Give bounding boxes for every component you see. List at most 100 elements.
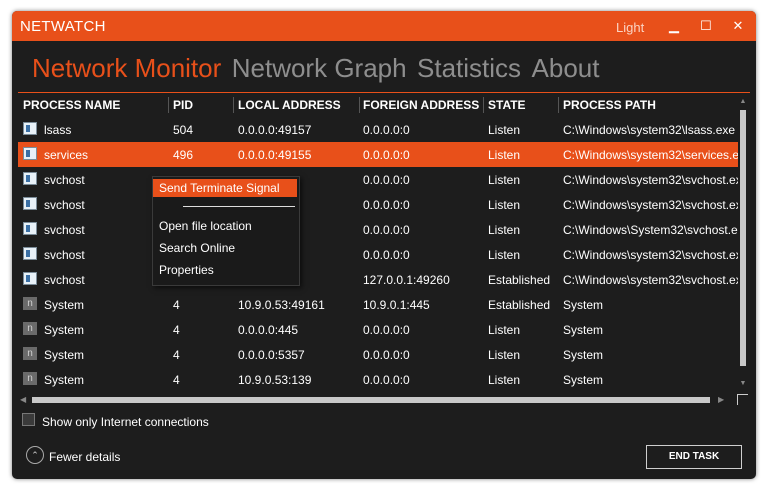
scroll-down-icon[interactable]: ▼ <box>738 380 748 387</box>
cell-state: Listen <box>488 198 521 212</box>
menu-item-open-file-location[interactable]: Open file location <box>153 217 297 235</box>
resize-corner[interactable] <box>737 394 748 405</box>
column-header-local-address[interactable]: LOCAL ADDRESS <box>238 98 341 112</box>
table-row[interactable]: svchost540.0.0.0:0ListenC:\Windows\syste… <box>18 242 738 267</box>
fewer-details-label[interactable]: Fewer details <box>49 450 120 464</box>
column-header-pid[interactable]: PID <box>173 98 193 112</box>
table-row[interactable]: n System 4 0.0.0.0:5357 0.0.0.0:0 Listen Syste… <box>18 342 738 367</box>
close-button[interactable]: ✕ <box>724 11 752 41</box>
cell-local-address: 0.0.0.0:49155 <box>238 148 312 162</box>
table-row[interactable]: svchost530.0.0.0:0ListenC:\Windows\Syste… <box>18 217 738 242</box>
table-row[interactable]: n System 4 10.9.0.53:49161 10.9.0.1:445 Estab… <box>18 292 738 317</box>
window-icon <box>23 247 37 260</box>
cell-foreign-address: 127.0.0.1:49260 <box>363 273 450 287</box>
column-header-state[interactable]: STATE <box>488 98 526 112</box>
system-icon: n <box>23 372 37 385</box>
maximize-button[interactable]: ☐ <box>692 11 720 41</box>
horizontal-scrollbar[interactable]: ◀ ▶ <box>18 395 734 405</box>
column-separator[interactable] <box>359 97 360 113</box>
cell-state: Established <box>488 273 551 287</box>
cell-process-name: svchost <box>44 173 85 187</box>
end-task-button[interactable]: END TASK <box>646 445 742 469</box>
table-row[interactable]: svchost90.0.0.0:0ListenC:\Windows\system… <box>18 192 738 217</box>
table-row[interactable]: svchost 0.0.0.0:0 Listen C:\Windows\system3… <box>18 167 738 192</box>
title-bar: NETWATCH Light ▁ ☐ ✕ <box>12 11 756 41</box>
vertical-scrollbar[interactable]: ▲ ▼ <box>738 96 748 392</box>
theme-toggle[interactable]: Light <box>616 20 644 35</box>
column-header-process-name[interactable]: PROCESS NAME <box>23 98 120 112</box>
cell-state: Listen <box>488 323 521 337</box>
table-row[interactable]: services 496 0.0.0.0:49155 0.0.0.0:0 Listen C… <box>18 142 738 167</box>
scroll-up-icon[interactable]: ▲ <box>738 98 748 105</box>
window-icon <box>23 222 37 235</box>
cell-process-path: C:\Windows\System32\svchost.exe <box>563 223 738 237</box>
header-divider <box>18 92 750 93</box>
cell-pid: 496 <box>173 148 194 162</box>
window-icon <box>23 122 37 135</box>
cell-process-path: C:\Windows\system32\lsass.exe <box>563 123 736 137</box>
context-menu: Send Terminate Signal Open file location… <box>152 176 300 286</box>
tab-bar: Network Monitor Network Graph Statistics… <box>32 53 605 87</box>
internet-only-checkbox[interactable] <box>22 413 35 426</box>
cell-process-name: svchost <box>44 273 85 287</box>
fewer-details-button[interactable]: ⌃ <box>26 446 44 464</box>
window-icon <box>23 272 37 285</box>
scroll-right-icon[interactable]: ▶ <box>718 395 724 404</box>
vertical-scroll-thumb[interactable] <box>740 110 746 366</box>
table-row[interactable]: lsass 504 0.0.0.0:49157 0.0.0.0:0 Listen C:\W… <box>18 117 738 142</box>
cell-process-path: C:\Windows\system32\services.exe <box>563 148 738 162</box>
cell-local-address: 0.0.0.0:5357 <box>238 348 305 362</box>
app-title: NETWATCH <box>20 18 106 35</box>
cell-state: Listen <box>488 173 521 187</box>
cell-process-path: C:\Windows\system32\svchost.exe <box>563 198 738 212</box>
minimize-button[interactable]: ▁ <box>660 11 688 41</box>
cell-foreign-address: 10.9.0.1:445 <box>363 298 430 312</box>
cell-process-path: System <box>563 298 604 312</box>
internet-only-label[interactable]: Show only Internet connections <box>42 415 209 429</box>
window-icon <box>23 197 37 210</box>
cell-local-address: 10.9.0.53:139 <box>238 373 312 387</box>
column-separator[interactable] <box>168 97 169 113</box>
table-row[interactable]: svchost389127.0.0.1:49260EstablishedC:\W… <box>18 267 738 292</box>
cell-process-name: System <box>44 298 85 312</box>
netwatch-window: NETWATCH Light ▁ ☐ ✕ Network Monitor Net… <box>12 11 756 479</box>
tab-network-monitor[interactable]: Network Monitor <box>32 53 221 83</box>
column-header-foreign-address[interactable]: FOREIGN ADDRESS <box>363 98 479 112</box>
cell-state: Established <box>488 298 551 312</box>
cell-foreign-address: 0.0.0.0:0 <box>363 373 410 387</box>
cell-process-path: System <box>563 323 604 337</box>
system-icon: n <box>23 347 37 360</box>
cell-process-name: svchost <box>44 223 85 237</box>
scroll-left-icon[interactable]: ◀ <box>20 395 26 404</box>
cell-process-name: lsass <box>44 123 72 137</box>
window-icon <box>23 172 37 185</box>
menu-item-search-online[interactable]: Search Online <box>153 239 297 257</box>
tab-statistics[interactable]: Statistics <box>417 53 521 83</box>
tab-about[interactable]: About <box>532 53 600 83</box>
column-separator[interactable] <box>558 97 559 113</box>
cell-process-name: svchost <box>44 198 85 212</box>
cell-foreign-address: 0.0.0.0:0 <box>363 223 410 237</box>
table-row[interactable]: n System 4 0.0.0.0:445 0.0.0.0:0 Listen System <box>18 317 738 342</box>
process-table: lsass 504 0.0.0.0:49157 0.0.0.0:0 Listen C:\W… <box>18 117 738 393</box>
cell-state: Listen <box>488 123 521 137</box>
column-separator[interactable] <box>233 97 234 113</box>
cell-state: Listen <box>488 148 521 162</box>
column-separator[interactable] <box>483 97 484 113</box>
column-header-process-path[interactable]: PROCESS PATH <box>563 98 656 112</box>
cell-process-name: System <box>44 373 85 387</box>
cell-state: Listen <box>488 348 521 362</box>
table-row[interactable]: n System 4 10.9.0.53:139 0.0.0.0:0 Listen Syst… <box>18 367 738 392</box>
cell-process-name: services <box>44 148 89 162</box>
cell-process-name: svchost <box>44 248 85 262</box>
cell-state: Listen <box>488 373 521 387</box>
cell-local-address: 0.0.0.0:49157 <box>238 123 312 137</box>
menu-item-properties[interactable]: Properties <box>153 261 297 279</box>
horizontal-scroll-thumb[interactable] <box>32 397 710 403</box>
cell-pid: 4 <box>173 298 180 312</box>
chevron-up-icon: ⌃ <box>31 450 39 460</box>
tab-network-graph[interactable]: Network Graph <box>232 53 407 83</box>
cell-local-address: 10.9.0.53:49161 <box>238 298 325 312</box>
menu-item-send-terminate-signal[interactable]: Send Terminate Signal <box>153 179 297 197</box>
menu-separator <box>183 206 295 207</box>
